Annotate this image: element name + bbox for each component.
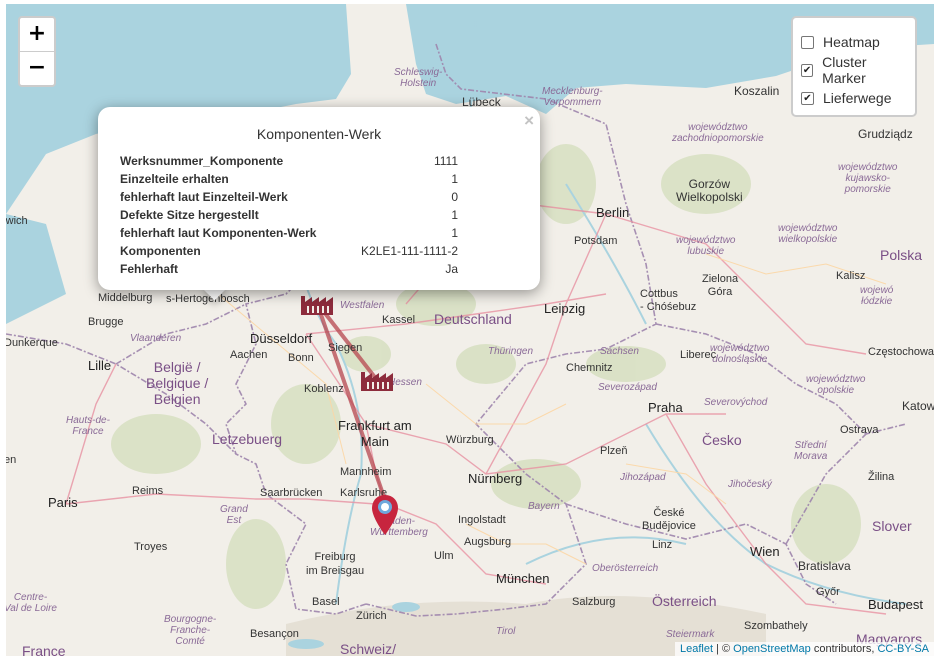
layer-lieferwege[interactable]: ✔ Lieferwege — [801, 84, 907, 112]
layer-control: Heatmap ✔ Cluster Marker ✔ Lieferwege — [791, 16, 917, 117]
layer-label: Cluster Marker — [822, 54, 867, 86]
layer-label: Heatmap — [823, 34, 880, 50]
layer-label: Lieferwege — [823, 90, 892, 106]
cluster-marker-checkbox[interactable]: ✔ — [801, 63, 814, 77]
layer-heatmap[interactable]: Heatmap — [801, 28, 907, 56]
popup-row-key: fehlerhaft laut Komponenten-Werk — [120, 226, 317, 240]
popup-row-key: Einzelteile erhalten — [120, 172, 229, 186]
popup-row-value: K2LE1-111-1111-2 — [361, 244, 458, 258]
attribution-contributors: contributors, — [810, 643, 878, 655]
popup-row: Fehlerhaft Ja — [120, 262, 458, 280]
factory-marker-icon[interactable] — [300, 292, 336, 316]
popup-row-value: 1 — [451, 172, 458, 186]
zoom-control: + − — [18, 16, 56, 87]
popup-row-key: Werksnummer_Komponente — [120, 154, 284, 168]
popup-row: fehlerhaft laut Komponenten-Werk 1 — [120, 226, 458, 244]
popup-row: Werksnummer_Komponente 1111 — [120, 154, 458, 172]
factory-popup: × Komponenten-Werk Werksnummer_Komponent… — [98, 107, 540, 290]
zoom-out-button[interactable]: − — [20, 51, 54, 85]
factory-marker-icon[interactable] — [360, 368, 396, 392]
zoom-in-button[interactable]: + — [20, 18, 54, 51]
page-margin — [934, 0, 946, 659]
popup-row: Komponenten K2LE1-111-1111-2 — [120, 244, 458, 262]
popup-row-value: Ja — [445, 262, 458, 276]
popup-row-key: Defekte Sitze hergestellt — [120, 208, 259, 222]
map-canvas[interactable]: Schleswig- Holstein Mecklenburg- Vorpommer… — [6, 4, 934, 656]
leaflet-link[interactable]: Leaflet — [680, 643, 713, 655]
popup-row-key: fehlerhaft laut Einzelteil-Werk — [120, 190, 288, 204]
popup-row: fehlerhaft laut Einzelteil-Werk 0 — [120, 190, 458, 208]
popup-row-value: 1 — [451, 226, 458, 240]
map-attribution: Leaflet | © OpenStreetMap contributors, … — [674, 642, 934, 656]
attribution-separator: | © — [713, 643, 734, 655]
popup-row-value: 0 — [451, 190, 458, 204]
popup-row-value: 1 — [451, 208, 458, 222]
lieferwege-checkbox[interactable]: ✔ — [801, 91, 814, 105]
layer-cluster-marker[interactable]: ✔ Cluster Marker — [801, 54, 907, 86]
location-pin-icon[interactable] — [371, 494, 399, 536]
popup-title: Komponenten-Werk — [256, 126, 382, 142]
popup-row-key: Komponenten — [120, 244, 201, 258]
heatmap-checkbox[interactable] — [801, 35, 814, 49]
popup-row-key: Fehlerhaft — [120, 262, 179, 276]
popup-row: Einzelteile erhalten 1 — [120, 172, 458, 190]
popup-row: Defekte Sitze hergestellt 1 — [120, 208, 458, 226]
license-link[interactable]: CC-BY-SA — [877, 643, 929, 655]
osm-link[interactable]: OpenStreetMap — [733, 643, 811, 655]
popup-row-value: 1111 — [433, 154, 458, 168]
